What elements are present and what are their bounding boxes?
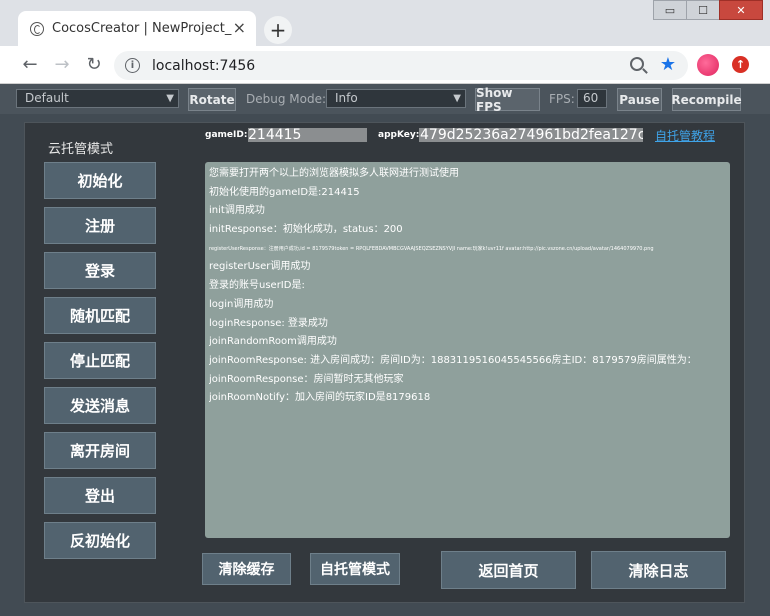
profile-avatar[interactable]: [697, 54, 719, 76]
window-controls: ▭ ☐ ✕: [653, 0, 763, 20]
game-id-value: 214415: [248, 128, 302, 142]
leave-room-button[interactable]: 离开房间: [44, 432, 156, 469]
send-message-button[interactable]: 发送消息: [44, 387, 156, 424]
mode-title: 云托管模式: [48, 142, 114, 157]
update-icon[interactable]: ↑: [732, 56, 749, 73]
tab-title: CocosCreator | NewProject_4matvs: [52, 21, 232, 36]
back-home-button[interactable]: 返回首页: [441, 551, 576, 589]
device-select[interactable]: Default ▼: [16, 89, 179, 108]
cocos-preview-toolbar: Default ▼ Rotate Debug Mode: Info ▼ Show…: [0, 84, 770, 114]
register-button[interactable]: 注册: [44, 207, 156, 244]
new-tab-button[interactable]: +: [264, 16, 292, 44]
url-text: localhost:7456: [152, 57, 256, 74]
tutorial-link[interactable]: 自托管教程: [655, 127, 715, 144]
log-line: joinRandomRoom调用成功: [209, 336, 337, 348]
maximize-button[interactable]: ☐: [686, 0, 720, 20]
back-arrow-icon[interactable]: ←: [19, 54, 41, 75]
clear-cache-button[interactable]: 清除缓存: [202, 553, 291, 585]
zoom-icon[interactable]: [630, 57, 644, 71]
log-line: loginResponse: 登录成功: [209, 317, 328, 329]
fps-label: FPS:: [549, 92, 575, 106]
site-info-icon[interactable]: i: [125, 58, 140, 73]
random-match-button[interactable]: 随机匹配: [44, 297, 156, 334]
debug-mode-select[interactable]: Info ▼: [326, 89, 466, 108]
game-id-label: gameID:: [205, 130, 248, 140]
device-select-value: Default: [25, 91, 69, 105]
close-window-button[interactable]: ✕: [719, 0, 763, 20]
log-line: initResponse：初始化成功，status：200: [209, 224, 403, 236]
login-button[interactable]: 登录: [44, 252, 156, 289]
clear-log-button[interactable]: 清除日志: [591, 551, 726, 589]
browser-toolbar: ← → ↻ i localhost:7456 ★ ↑: [0, 46, 770, 84]
dropdown-arrow-icon: ▼: [166, 93, 174, 104]
cocos-favicon-icon: [30, 21, 44, 36]
uninit-button[interactable]: 反初始化: [44, 522, 156, 559]
log-line: joinRoomResponse：房间暂时无其他玩家: [209, 373, 404, 385]
rotate-button[interactable]: Rotate: [188, 88, 236, 111]
log-line: registerUser调用成功: [209, 261, 311, 273]
log-line: registerUserResponse：注册用户成功,id = 8179579…: [209, 245, 654, 252]
pause-button[interactable]: Pause: [617, 88, 662, 111]
minimize-button[interactable]: ▭: [653, 0, 687, 20]
app-key-label: appKey:: [378, 130, 420, 140]
debug-mode-label: Debug Mode:: [246, 92, 327, 106]
reload-icon[interactable]: ↻: [83, 54, 105, 75]
log-line: 您需要打开两个以上的浏览器模拟多人联网进行测试使用: [209, 168, 459, 179]
forward-arrow-icon[interactable]: →: [51, 54, 73, 75]
tab-close-icon[interactable]: ×: [233, 19, 246, 37]
stop-match-button[interactable]: 停止匹配: [44, 342, 156, 379]
bookmark-star-icon[interactable]: ★: [660, 54, 676, 75]
log-line: 登录的账号userID是:: [209, 280, 305, 292]
fps-input[interactable]: 60: [577, 89, 607, 108]
log-line: joinRoomResponse: 进入房间成功：房间ID为：188311951…: [209, 354, 697, 366]
page-content: Default ▼ Rotate Debug Mode: Info ▼ Show…: [0, 84, 770, 616]
logout-button[interactable]: 登出: [44, 477, 156, 514]
self-host-mode-button[interactable]: 自托管模式: [310, 553, 400, 585]
log-line: login调用成功: [209, 298, 274, 310]
dropdown-arrow-icon: ▼: [453, 93, 461, 104]
log-line: 初始化使用的gameID是:214415: [209, 186, 360, 198]
browser-tab[interactable]: CocosCreator | NewProject_4matvs ×: [18, 11, 256, 46]
game-canvas: 云托管模式 初始化 注册 登录 随机匹配 停止匹配 发送消息 离开房间 登出 反…: [24, 122, 745, 603]
log-line: joinRoomNotify：加入房间的玩家ID是8179618: [209, 392, 431, 404]
log-panel: 您需要打开两个以上的浏览器模拟多人联网进行测试使用 初始化使用的gameID是:…: [205, 162, 730, 538]
log-line: init调用成功: [209, 205, 265, 217]
init-button[interactable]: 初始化: [44, 162, 156, 199]
show-fps-button[interactable]: Show FPS: [475, 86, 540, 114]
debug-mode-value: Info: [335, 91, 358, 105]
app-key-value: 479d25236a274961bd2fea127c2: [420, 128, 643, 142]
browser-titlebar: CocosCreator | NewProject_4matvs × + ▭ ☐…: [0, 0, 770, 46]
address-bar[interactable]: i localhost:7456 ★: [114, 51, 688, 80]
recompile-button[interactable]: Recompile: [671, 88, 742, 111]
